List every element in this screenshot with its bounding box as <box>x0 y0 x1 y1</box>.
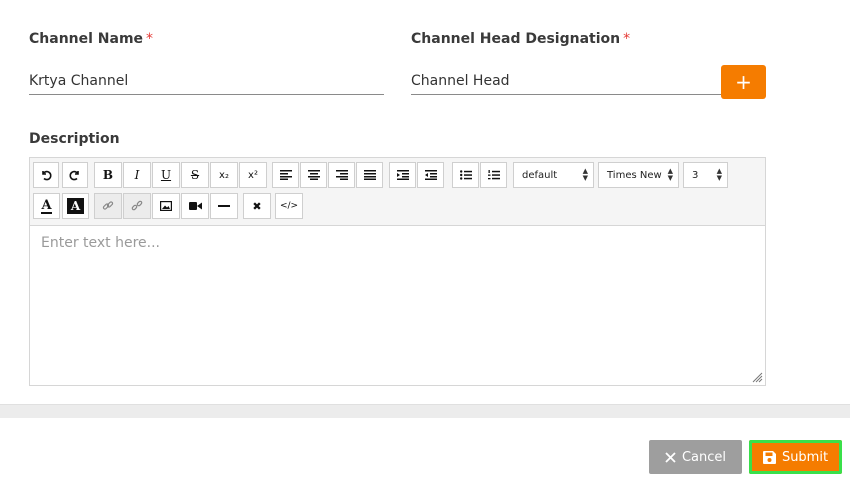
image-icon <box>160 201 172 211</box>
editor-placeholder: Enter text here... <box>41 235 161 251</box>
font-select[interactable]: Times New ▲ ▼ <box>598 162 679 188</box>
size-select[interactable]: 3 ▲ ▼ <box>683 162 728 188</box>
video-icon <box>188 202 202 210</box>
required-mark: * <box>623 31 631 47</box>
editor-toolbar: B I U S x₂ x² default ▲ ▼ Times New ▲ ▼ … <box>30 158 765 226</box>
bullet-list-button[interactable] <box>452 162 479 188</box>
align-center-icon <box>307 170 320 180</box>
text-color-button[interactable]: A <box>33 193 60 219</box>
italic-button[interactable]: I <box>123 162 151 188</box>
numbered-list-button[interactable] <box>480 162 507 188</box>
submit-button[interactable]: Submit <box>749 440 842 474</box>
description-label: Description <box>29 131 120 147</box>
save-icon <box>762 450 776 464</box>
align-left-button[interactable] <box>272 162 299 188</box>
editor-content-area[interactable]: Enter text here... <box>30 226 765 385</box>
font-select-value: Times New <box>607 169 662 181</box>
rich-text-editor: B I U S x₂ x² default ▲ ▼ Times New ▲ ▼ … <box>29 157 766 386</box>
numbered-list-icon <box>487 169 500 179</box>
undo-icon <box>42 170 52 181</box>
undo-button[interactable] <box>33 162 59 188</box>
indent-button[interactable] <box>389 162 416 188</box>
add-channel-head-button[interactable]: + <box>721 65 766 99</box>
close-icon: ✖ <box>252 199 262 213</box>
align-justify-button[interactable] <box>356 162 383 188</box>
align-right-button[interactable] <box>328 162 355 188</box>
format-select-value: default <box>522 169 558 181</box>
indent-icon <box>396 170 409 180</box>
channel-head-input[interactable] <box>411 67 721 95</box>
bold-button[interactable]: B <box>94 162 122 188</box>
channel-head-label: Channel Head Designation * <box>411 31 630 47</box>
unlink-icon <box>131 200 143 211</box>
align-left-icon <box>279 170 292 180</box>
italic-icon: I <box>134 168 140 182</box>
plus-icon: + <box>735 70 752 94</box>
channel-name-input[interactable] <box>29 67 384 95</box>
description-label-text: Description <box>29 131 120 147</box>
horizontal-rule-icon <box>218 205 230 207</box>
redo-button[interactable] <box>62 162 88 188</box>
insert-video-button[interactable] <box>181 193 209 219</box>
submit-label: Submit <box>781 449 829 465</box>
outdent-button[interactable] <box>417 162 444 188</box>
background-color-icon: A <box>66 198 85 214</box>
underline-icon: U <box>160 168 172 182</box>
close-icon <box>665 451 676 463</box>
format-select[interactable]: default ▲ ▼ <box>513 162 594 188</box>
footer-divider <box>0 404 850 418</box>
required-mark: * <box>146 31 154 47</box>
align-justify-icon <box>363 170 376 180</box>
bullet-list-icon <box>459 170 472 180</box>
select-arrows-icon: ▲ ▼ <box>582 167 588 182</box>
channel-name-label-text: Channel Name <box>29 31 144 47</box>
channel-head-label-text: Channel Head Designation <box>411 31 621 47</box>
select-arrows-icon: ▲ ▼ <box>667 167 673 182</box>
horizontal-rule-button[interactable] <box>210 193 238 219</box>
resize-handle-icon[interactable] <box>751 371 763 383</box>
text-color-icon: A <box>41 197 52 214</box>
unlink-button[interactable] <box>123 193 151 219</box>
cancel-button[interactable]: Cancel <box>649 440 742 474</box>
outdent-icon <box>424 170 437 180</box>
code-view-button[interactable]: </> <box>275 193 303 219</box>
strikethrough-icon: S <box>190 168 200 182</box>
clear-format-button[interactable]: ✖ <box>243 193 271 219</box>
subscript-button[interactable]: x₂ <box>210 162 238 188</box>
bold-icon: B <box>102 168 114 182</box>
code-icon: </> <box>279 201 299 211</box>
size-select-value: 3 <box>692 169 699 181</box>
channel-name-label: Channel Name * <box>29 31 153 47</box>
background-color-button[interactable]: A <box>62 193 89 219</box>
align-right-icon <box>335 170 348 180</box>
insert-image-button[interactable] <box>152 193 180 219</box>
underline-button[interactable]: U <box>152 162 180 188</box>
superscript-icon: x² <box>248 169 258 181</box>
select-arrows-icon: ▲ ▼ <box>716 167 722 182</box>
link-button[interactable] <box>94 193 122 219</box>
link-icon <box>102 201 114 210</box>
redo-icon <box>69 170 79 181</box>
subscript-icon: x₂ <box>219 169 229 181</box>
strikethrough-button[interactable]: S <box>181 162 209 188</box>
superscript-button[interactable]: x² <box>239 162 267 188</box>
align-center-button[interactable] <box>300 162 327 188</box>
cancel-label: Cancel <box>681 449 727 465</box>
